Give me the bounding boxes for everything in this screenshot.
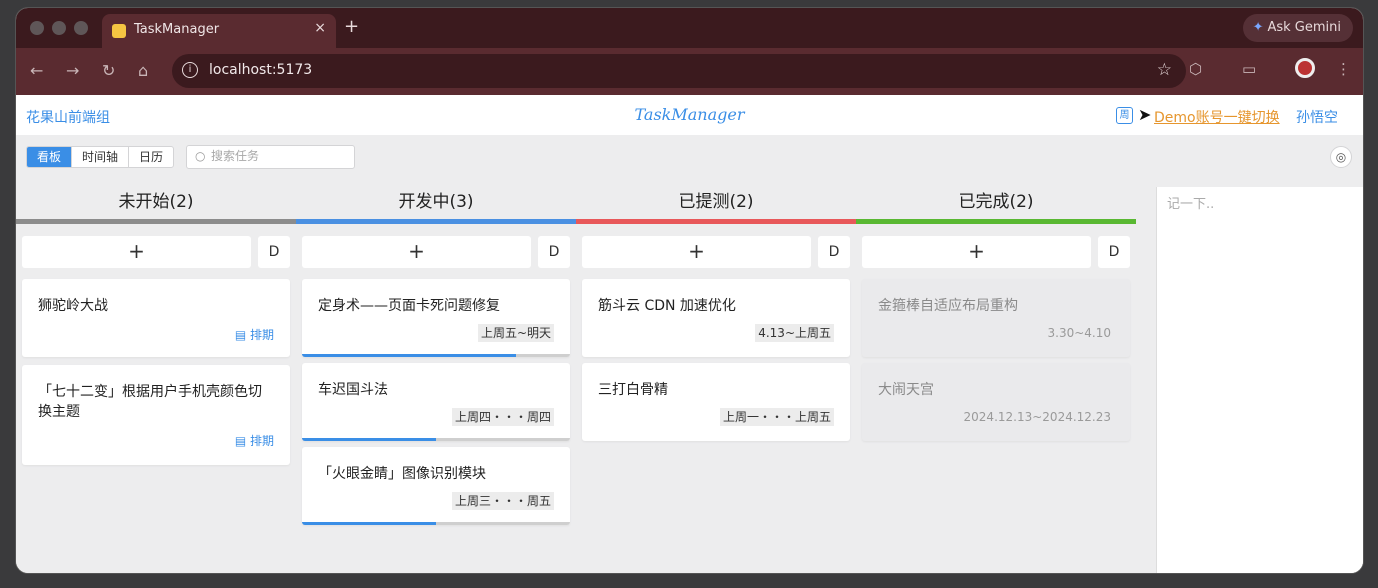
view-switcher: 看板 时间轴 日历: [26, 146, 175, 168]
tab-close-icon[interactable]: ×: [314, 20, 326, 36]
d-button[interactable]: D: [1098, 236, 1130, 268]
d-button[interactable]: D: [258, 236, 290, 268]
progress-fill: [302, 522, 436, 525]
bookmark-star-icon[interactable]: ☆: [1157, 60, 1172, 80]
task-card[interactable]: 定身术——页面卡死问题修复 上周五~明天: [302, 279, 570, 357]
progress-bar: [302, 522, 570, 525]
mouse-cursor-icon: ➤: [1138, 105, 1152, 124]
column-title: 开发中(3): [398, 192, 474, 212]
schedule-link[interactable]: ▤ 排期: [235, 432, 274, 449]
task-card[interactable]: 金箍棒自适应布局重构 3.30~4.10: [862, 279, 1130, 357]
back-icon[interactable]: ←: [30, 61, 43, 80]
memo-input[interactable]: [1157, 187, 1363, 573]
add-task-button[interactable]: +: [22, 236, 251, 268]
task-title: 定身术——页面卡死问题修复: [318, 298, 500, 314]
column-testing: 已提测(2) + D 筋斗云 CDN 加速优化 4.13~上周五 三打白骨精 上…: [576, 187, 856, 441]
app-header: 花果山前端组 TaskManager 周 ➤ Demo账号一键切换 孙悟空: [16, 95, 1363, 135]
column-color-bar: [16, 219, 296, 224]
task-date: 上周四・・・周四: [451, 408, 554, 426]
column-color-bar: [856, 219, 1136, 224]
minimize-window-button[interactable]: [52, 21, 66, 35]
url-text: localhost:5173: [209, 62, 313, 78]
add-task-button[interactable]: +: [302, 236, 531, 268]
column-todo: 未开始(2) + D 狮驼岭大战 ▤ 排期 「七十二变」根据用户手机壳颜色切换主…: [16, 187, 296, 465]
task-date: 上周一・・・上周五: [719, 408, 834, 426]
gemini-sparkle-icon: ✦: [1252, 20, 1264, 35]
favicon-icon: [112, 24, 126, 38]
task-card[interactable]: 大闹天宫 2024.12.13~2024.12.23: [862, 363, 1130, 441]
task-card[interactable]: 车迟国斗法 上周四・・・周四: [302, 363, 570, 441]
task-card[interactable]: 狮驼岭大战 ▤ 排期: [22, 279, 290, 357]
settings-icon[interactable]: ◎: [1330, 146, 1352, 168]
maximize-window-button[interactable]: [74, 21, 88, 35]
column-color-bar: [296, 219, 576, 224]
column-title: 已完成(2): [958, 192, 1034, 212]
browser-tab[interactable]: TaskManager ×: [102, 14, 336, 48]
tab-title: TaskManager: [134, 22, 220, 37]
ask-gemini-button[interactable]: ✦ Ask Gemini: [1242, 14, 1353, 42]
schedule-label: 排期: [249, 328, 274, 342]
search-icon: ○: [195, 149, 206, 163]
task-title: 三打白骨精: [598, 382, 668, 398]
task-card[interactable]: 「火眼金睛」图像识别模块 上周三・・・周五: [302, 447, 570, 525]
view-board-button[interactable]: 看板: [27, 147, 73, 167]
column-title: 未开始(2): [118, 192, 194, 212]
browser-window: TaskManager × + ✦ Ask Gemini ← → ↻ ⌂ i lo…: [16, 8, 1363, 573]
add-task-button[interactable]: +: [862, 236, 1091, 268]
task-card[interactable]: 「七十二变」根据用户手机壳颜色切换主题 ▤ 排期: [22, 365, 290, 465]
add-task-button[interactable]: +: [582, 236, 811, 268]
new-tab-button[interactable]: +: [344, 16, 359, 37]
column-color-bar: [576, 219, 856, 224]
reload-icon[interactable]: ↻: [102, 61, 115, 80]
task-title: 大闹天宫: [878, 382, 934, 398]
task-card[interactable]: 筋斗云 CDN 加速优化 4.13~上周五: [582, 279, 850, 357]
search-box: ○: [186, 145, 355, 169]
task-date: 4.13~上周五: [755, 324, 834, 342]
d-button[interactable]: D: [818, 236, 850, 268]
home-icon[interactable]: ⌂: [138, 61, 148, 80]
view-timeline-button[interactable]: 时间轴: [72, 147, 130, 167]
d-button[interactable]: D: [538, 236, 570, 268]
memo-panel: [1156, 187, 1363, 573]
address-bar[interactable]: i localhost:5173 ☆: [172, 54, 1186, 88]
task-date: 上周五~明天: [477, 324, 554, 342]
week-icon[interactable]: 周: [1116, 107, 1133, 124]
view-calendar-button[interactable]: 日历: [129, 147, 173, 167]
search-input[interactable]: [211, 149, 351, 163]
task-title: 狮驼岭大战: [38, 298, 108, 314]
schedule-link[interactable]: ▤ 排期: [235, 326, 274, 343]
profile-avatar[interactable]: [1295, 58, 1315, 78]
column-title: 已提测(2): [678, 192, 754, 212]
task-title: 「七十二变」根据用户手机壳颜色切换主题: [38, 384, 262, 420]
task-title: 金箍棒自适应布局重构: [878, 298, 1018, 314]
close-window-button[interactable]: [30, 21, 44, 35]
progress-bar: [302, 438, 570, 441]
schedule-label: 排期: [249, 434, 274, 448]
task-date: 3.30~4.10: [1047, 326, 1112, 340]
menu-kebab-icon[interactable]: ⋮: [1336, 60, 1351, 78]
progress-fill: [302, 354, 517, 357]
column-doing: 开发中(3) + D 定身术——页面卡死问题修复 上周五~明天 车迟国斗法 上周…: [296, 187, 576, 525]
progress-bar: [302, 354, 570, 357]
demo-switch-link[interactable]: Demo账号一键切换: [1154, 107, 1280, 127]
site-info-icon[interactable]: i: [182, 62, 198, 78]
task-title: 「火眼金睛」图像识别模块: [318, 466, 486, 482]
user-name[interactable]: 孙悟空: [1296, 107, 1338, 127]
app-root: 花果山前端组 TaskManager 周 ➤ Demo账号一键切换 孙悟空 看板…: [16, 95, 1363, 573]
forward-icon[interactable]: →: [66, 61, 79, 80]
ask-gemini-label: Ask Gemini: [1267, 20, 1341, 35]
extensions-icon[interactable]: ⬡: [1189, 60, 1202, 78]
task-date: 上周三・・・周五: [451, 492, 554, 510]
browser-toolbar: ← → ↻ ⌂ i localhost:5173 ☆ ⬡ ▭ ⋮: [16, 48, 1363, 95]
progress-fill: [302, 438, 436, 441]
task-title: 筋斗云 CDN 加速优化: [598, 298, 736, 314]
tab-search-icon[interactable]: ▭: [1242, 60, 1256, 78]
task-date: 2024.12.13~2024.12.23: [963, 410, 1111, 424]
column-done: 已完成(2) + D 金箍棒自适应布局重构 3.30~4.10 大闹天宫 202…: [856, 187, 1136, 441]
tab-bar: TaskManager × + ✦ Ask Gemini: [16, 8, 1363, 48]
task-title: 车迟国斗法: [318, 382, 388, 398]
task-card[interactable]: 三打白骨精 上周一・・・上周五: [582, 363, 850, 441]
